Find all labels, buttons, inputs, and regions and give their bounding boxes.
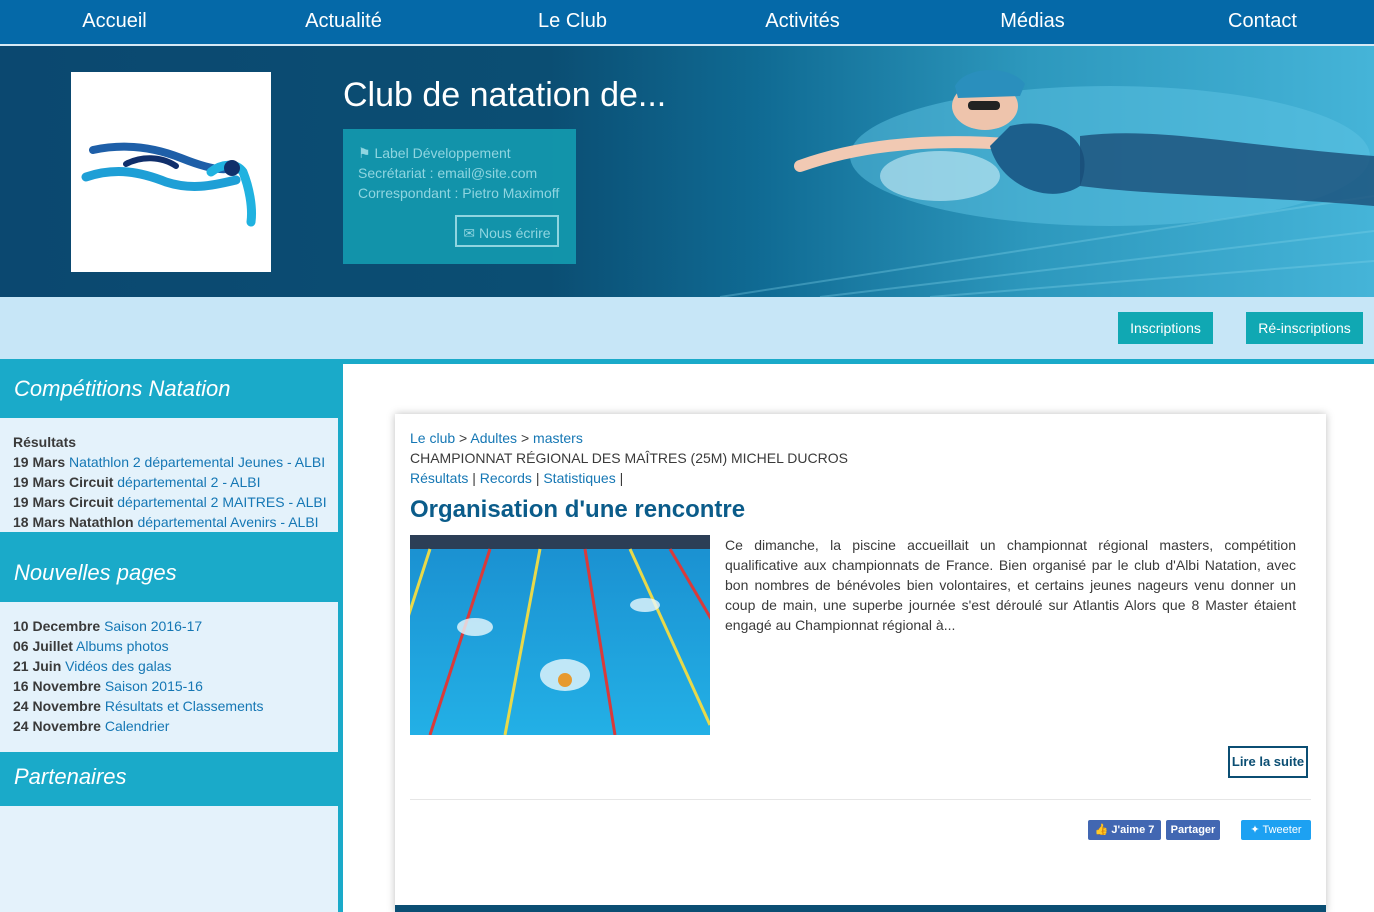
club-info-box: ⚑ Label Développement Secrétariat : emai… <box>343 129 576 264</box>
tag-icon: ⚑ <box>358 145 371 161</box>
competition-link[interactable]: départemental 2 MAITRES - ALBI <box>117 494 326 510</box>
page-link[interactable]: Saison 2015-16 <box>105 678 203 694</box>
article-photo[interactable] <box>410 535 710 735</box>
page-link[interactable]: Calendrier <box>105 718 170 734</box>
page-link[interactable]: Vidéos des galas <box>65 658 171 674</box>
competition-link[interactable]: Natathlon 2 départemental Jeunes - ALBI <box>69 454 325 470</box>
nav-accueil[interactable]: Accueil <box>0 0 229 44</box>
page-link[interactable]: Saison 2016-17 <box>104 618 202 634</box>
event-links: Résultats | Records | Statistiques | <box>410 470 623 486</box>
club-title: Club de natation de... <box>343 76 667 114</box>
nav-actualite[interactable]: Actualité <box>229 0 458 44</box>
breadcrumb-separator: > <box>520 430 530 446</box>
list-item: 24 Novembre Calendrier <box>13 718 170 734</box>
secretariat-line: Secrétariat : email@site.com <box>358 165 538 181</box>
breadcrumb: Le club > Adultes > masters <box>410 430 583 446</box>
statistics-link[interactable]: Statistiques <box>543 470 615 486</box>
swimmer-photo <box>794 69 1374 226</box>
records-link[interactable]: Records <box>480 470 532 486</box>
club-logo[interactable] <box>71 72 271 272</box>
list-item: 10 Decembre Saison 2016-17 <box>13 618 203 634</box>
list-item: 19 Mars Natathlon 2 départemental Jeunes… <box>13 454 326 470</box>
page-link[interactable]: Résultats et Classements <box>105 698 264 714</box>
breadcrumb-masters[interactable]: masters <box>533 430 583 446</box>
facebook-like-button[interactable]: 👍 J'aime 7 <box>1088 820 1161 840</box>
list-item: 19 Mars Circuit départemental 2 - ALBI <box>13 474 261 490</box>
partners-heading: Partenaires <box>14 764 127 789</box>
twitter-bird-icon: ✦ <box>1250 824 1260 836</box>
read-more-button[interactable]: Lire la suite <box>1228 746 1308 778</box>
breadcrumb-club[interactable]: Le club <box>410 430 455 446</box>
nav-le-club[interactable]: Le Club <box>458 0 687 44</box>
list-item: 18 Mars Natathlon départemental Avenirs … <box>13 514 319 530</box>
nav-activites[interactable]: Activités <box>688 0 917 44</box>
card-bottom-border <box>395 905 1326 912</box>
new-pages-panel: 10 Decembre Saison 2016-17 06 Juillet Al… <box>0 602 338 752</box>
article-card: Le club > Adultes > masters CHAMPIONNAT … <box>395 414 1326 912</box>
article-excerpt: Ce dimanche, la piscine accueillait un c… <box>725 537 1296 633</box>
divider <box>410 799 1311 800</box>
reinscriptions-button[interactable]: Ré-inscriptions <box>1246 312 1363 344</box>
competitions-panel: Résultats 19 Mars Natathlon 2 départemen… <box>0 418 338 532</box>
results-heading: Résultats <box>13 434 77 450</box>
page-link[interactable]: Albums photos <box>76 638 169 654</box>
write-us-label: Nous écrire <box>479 225 551 241</box>
list-item: 24 Novembre Résultats et Classements <box>13 698 264 714</box>
list-item: 19 Mars Circuit départemental 2 MAITRES … <box>13 494 327 510</box>
new-pages-heading: Nouvelles pages <box>14 560 177 585</box>
competition-link[interactable]: départemental 2 - ALBI <box>117 474 260 490</box>
list-item: 21 Juin Vidéos des galas <box>13 658 172 674</box>
competition-link[interactable]: départemental Avenirs - ALBI <box>137 514 318 530</box>
inscriptions-button[interactable]: Inscriptions <box>1118 312 1213 344</box>
label-line: ⚑ Label Développement <box>358 145 511 162</box>
results-link[interactable]: Résultats <box>410 470 468 486</box>
article-title[interactable]: Organisation d'une rencontre <box>410 496 745 524</box>
event-name: CHAMPIONNAT RÉGIONAL DES MAÎTRES (25M) M… <box>410 450 848 466</box>
main-nav: Accueil Actualité Le Club Activités Médi… <box>0 0 1374 46</box>
link-separator: | <box>535 470 540 486</box>
swimmer-logo-icon <box>81 142 256 227</box>
nav-medias[interactable]: Médias <box>918 0 1147 44</box>
correspondant-line: Correspondant : Pietro Maximoff <box>358 185 560 201</box>
like-label: J'aime 7 <box>1111 824 1155 836</box>
list-item: 16 Novembre Saison 2015-16 <box>13 678 203 694</box>
registration-bar: Inscriptions Ré-inscriptions <box>0 297 1374 364</box>
sidebar: Compétitions Natation Résultats 19 Mars … <box>0 364 343 912</box>
label-text: Label Développement <box>374 145 511 161</box>
header-banner: Club de natation de... ⚑ Label Développe… <box>0 46 1374 297</box>
envelope-icon: ✉ <box>463 225 476 241</box>
write-us-button[interactable]: ✉ Nous écrire <box>455 215 559 247</box>
tweet-button[interactable]: ✦ Tweeter <box>1241 820 1311 840</box>
pool-photo-image <box>410 535 710 735</box>
competitions-heading: Compétitions Natation <box>14 376 231 401</box>
tweet-label: Tweeter <box>1262 824 1302 836</box>
facebook-share-button[interactable]: Partager <box>1166 820 1220 840</box>
partners-panel <box>0 806 338 912</box>
link-separator: | <box>472 470 476 486</box>
nav-contact[interactable]: Contact <box>1148 0 1374 44</box>
thumbs-up-icon: 👍 <box>1094 824 1109 836</box>
list-item: 06 Juillet Albums photos <box>13 638 169 654</box>
link-separator: | <box>619 470 624 486</box>
breadcrumb-adults[interactable]: Adultes <box>470 430 517 446</box>
breadcrumb-separator: > <box>459 430 468 446</box>
